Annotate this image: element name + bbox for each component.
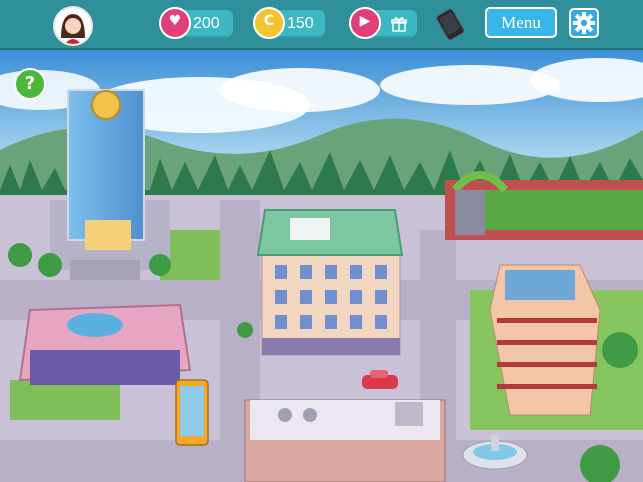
hotel-building[interactable] bbox=[489, 264, 601, 416]
cloud bbox=[220, 68, 380, 112]
pink-studio[interactable] bbox=[18, 303, 192, 385]
heart-coin-icon: ♥ bbox=[159, 7, 191, 39]
coins-currency-display[interactable]: C 150 bbox=[253, 7, 325, 39]
hearts-count: 200 bbox=[193, 15, 220, 32]
menu-button[interactable]: Menu bbox=[485, 7, 557, 38]
girl-avatar-icon bbox=[61, 14, 85, 44]
video-reward-button[interactable]: ▶ bbox=[349, 7, 417, 39]
gift-icon bbox=[391, 17, 407, 32]
city-map bbox=[0, 50, 643, 482]
gold-coin-icon: C bbox=[253, 7, 285, 39]
lawn bbox=[10, 380, 120, 420]
phone-button[interactable] bbox=[433, 8, 467, 41]
gear-icon bbox=[573, 12, 595, 34]
yellow-bus[interactable] bbox=[175, 379, 209, 446]
top-hud-bar: ♥ 200 C 150 ▶ Menu bbox=[0, 0, 643, 50]
settings-button[interactable] bbox=[569, 8, 599, 38]
central-apartment-building[interactable] bbox=[256, 209, 404, 356]
garden-park[interactable] bbox=[445, 171, 643, 240]
coins-count: 150 bbox=[287, 15, 314, 32]
smartphone-icon bbox=[436, 8, 465, 41]
hearts-currency-display[interactable]: ♥ 200 bbox=[159, 7, 233, 39]
profile-avatar-button[interactable] bbox=[53, 6, 93, 46]
help-button[interactable]: ? bbox=[14, 68, 46, 100]
play-video-icon: ▶ bbox=[349, 7, 381, 39]
lower-shop-building[interactable] bbox=[244, 399, 446, 482]
